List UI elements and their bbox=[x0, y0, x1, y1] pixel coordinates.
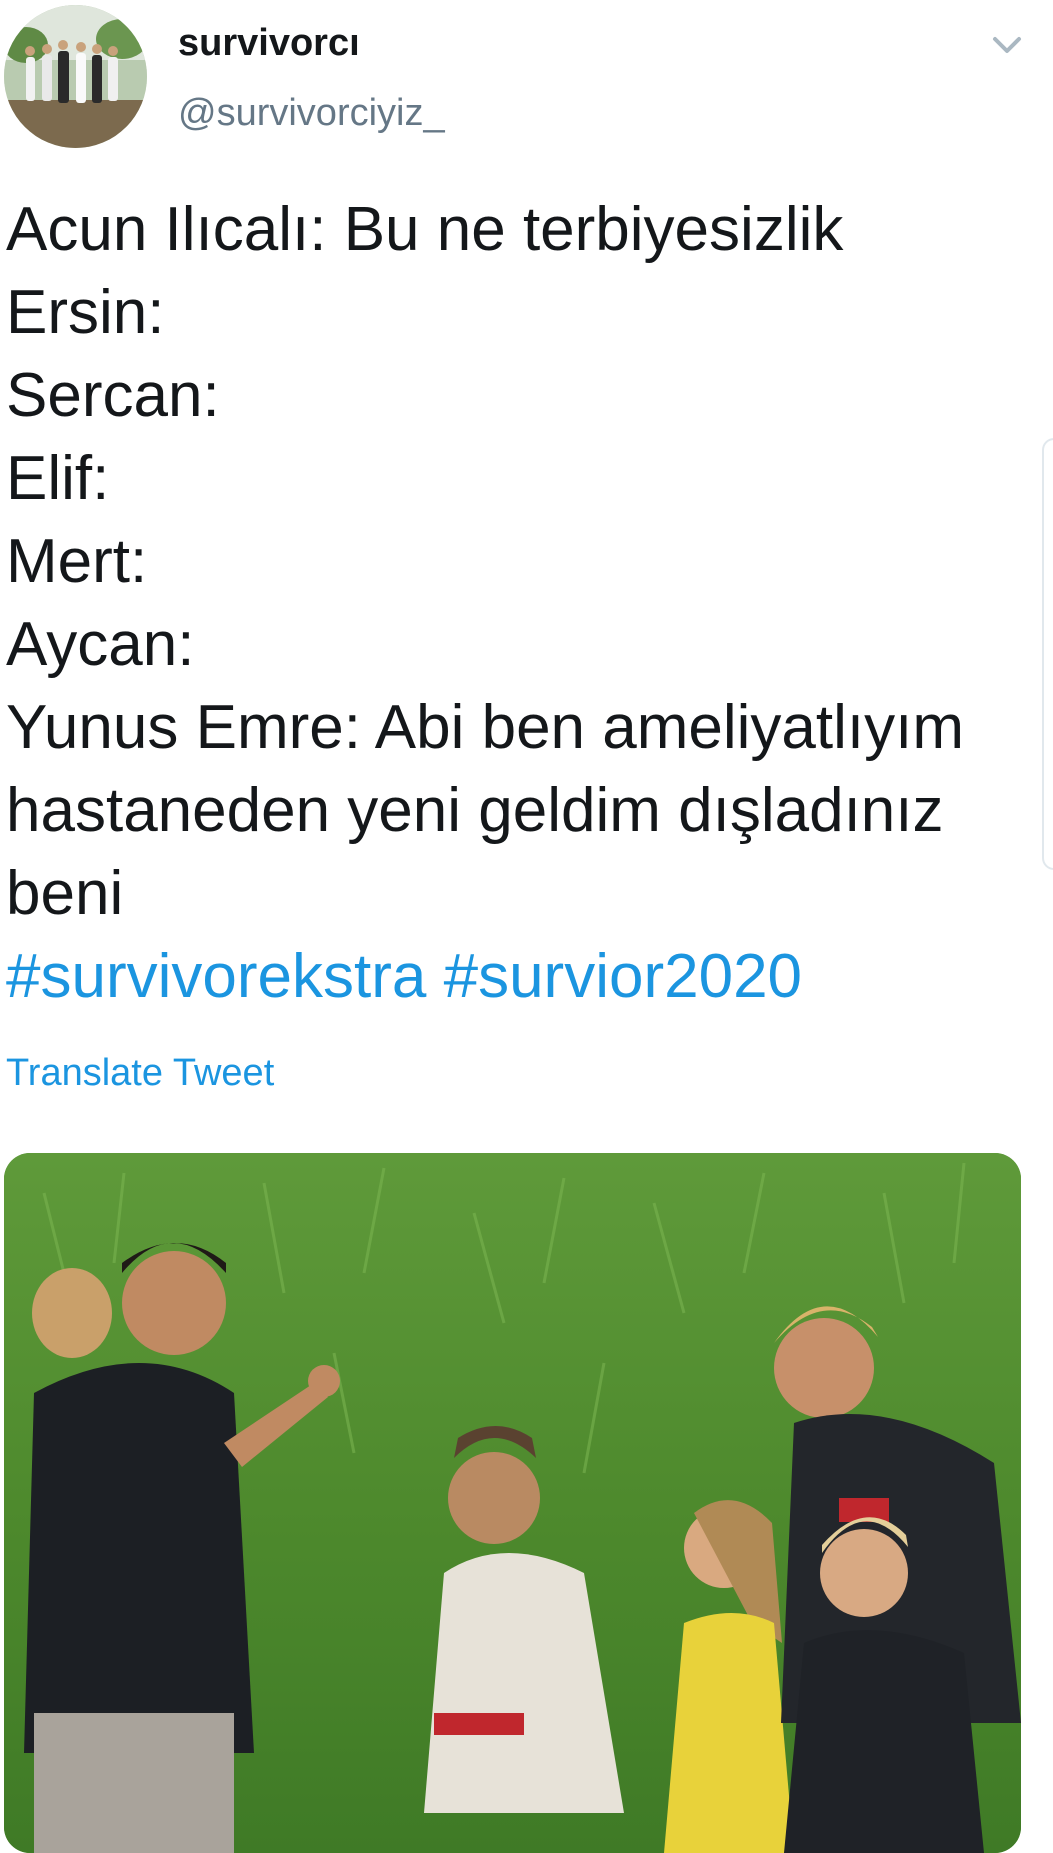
display-name[interactable]: survivorcı bbox=[178, 22, 360, 65]
scroll-edge bbox=[1042, 438, 1053, 870]
user-handle[interactable]: @survivorciyiz_ bbox=[178, 92, 445, 135]
chevron-down-icon[interactable] bbox=[990, 30, 1024, 60]
tweet-line: beni bbox=[6, 859, 124, 928]
tweet-line: Elif: bbox=[6, 444, 110, 513]
tweet-text: Acun Ilıcalı: Bu ne terbiyesizlik Ersin:… bbox=[6, 188, 1036, 1018]
tweet-media-image[interactable] bbox=[4, 1153, 1021, 1853]
avatar[interactable] bbox=[4, 5, 147, 148]
hashtag-line: #survivorekstra #survior2020 bbox=[6, 935, 1036, 1018]
hashtag-link[interactable]: #survior2020 bbox=[444, 942, 802, 1011]
tweet-line: Ersin: bbox=[6, 278, 165, 347]
tweet-line: hastaneden yeni geldim dışladınız bbox=[6, 776, 944, 845]
avatar-image bbox=[4, 5, 147, 148]
tweet-line: Acun Ilıcalı: Bu ne terbiyesizlik bbox=[6, 195, 844, 264]
tweet-line: Yunus Emre: Abi ben ameliyatlıyım bbox=[6, 693, 965, 762]
translate-tweet-link[interactable]: Translate Tweet bbox=[6, 1052, 274, 1095]
media-photo bbox=[4, 1153, 1021, 1853]
tweet-line: Sercan: bbox=[6, 361, 220, 430]
tweet-line: Aycan: bbox=[6, 610, 195, 679]
tweet-line: Mert: bbox=[6, 527, 148, 596]
hashtag-link[interactable]: #survivorekstra bbox=[6, 942, 426, 1011]
